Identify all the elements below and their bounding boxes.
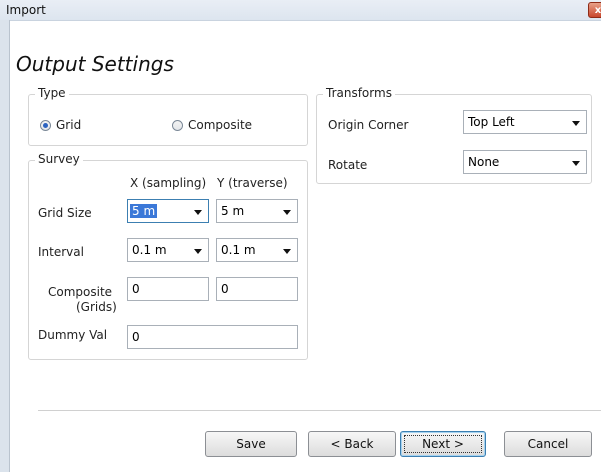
chevron-down-icon (572, 161, 580, 166)
chevron-down-icon (194, 249, 202, 254)
title-bar (0, 0, 601, 21)
rotate-select[interactable]: None (463, 150, 587, 174)
grid-size-y-select[interactable]: 5 m (216, 199, 298, 223)
footer-divider (38, 410, 601, 411)
chevron-down-icon (194, 210, 202, 215)
composite-x-input[interactable]: 0 (127, 277, 209, 301)
window-left-border (0, 20, 10, 472)
composite-y-input[interactable]: 0 (216, 277, 298, 301)
dummy-val-value: 0 (132, 330, 140, 344)
cancel-button-label: Cancel (527, 437, 569, 451)
composite-radio[interactable] (172, 120, 183, 131)
rotate-value: None (468, 155, 500, 169)
grid-size-label: Grid Size (38, 206, 92, 220)
composite-label: Composite (48, 285, 113, 299)
grid-size-y-value: 5 m (221, 204, 245, 218)
window-title: Import (6, 3, 46, 17)
composite-radio-label[interactable]: Composite (188, 118, 252, 132)
back-button[interactable]: < Back (308, 431, 396, 457)
rotate-label: Rotate (328, 158, 368, 172)
interval-y-select[interactable]: 0.1 m (216, 238, 298, 262)
composite-label-sub: (Grids) (76, 300, 117, 314)
interval-x-value: 0.1 m (132, 243, 167, 257)
close-icon: x (594, 5, 601, 16)
radio-selected-dot (43, 123, 48, 128)
close-button[interactable]: x (588, 2, 601, 18)
survey-group-legend: Survey (35, 152, 83, 166)
grid-size-x-select[interactable]: 5 m (127, 199, 209, 223)
type-group-legend: Type (35, 86, 69, 100)
save-button[interactable]: Save (205, 431, 297, 457)
next-button[interactable]: Next > (400, 431, 486, 457)
dummy-val-input[interactable]: 0 (127, 325, 298, 349)
chevron-down-icon (283, 249, 291, 254)
origin-corner-value: Top Left (468, 115, 515, 129)
chevron-down-icon (283, 210, 291, 215)
origin-corner-select[interactable]: Top Left (463, 110, 587, 134)
grid-radio-label[interactable]: Grid (56, 118, 81, 132)
composite-x-value: 0 (132, 282, 140, 296)
grid-size-x-value: 5 m (130, 204, 158, 218)
origin-corner-label: Origin Corner (328, 118, 409, 132)
interval-label: Interval (38, 245, 84, 259)
column-header-y: Y (traverse) (217, 176, 288, 190)
composite-y-value: 0 (221, 282, 229, 296)
dummy-val-label: Dummy Val (38, 328, 108, 342)
save-button-label: Save (236, 437, 266, 451)
column-header-x: X (sampling) (130, 176, 207, 190)
interval-y-value: 0.1 m (221, 243, 256, 257)
grid-radio[interactable] (40, 120, 51, 131)
transforms-group-legend: Transforms (323, 86, 395, 100)
chevron-down-icon (572, 121, 580, 126)
page-title: Output Settings (16, 52, 174, 76)
cancel-button[interactable]: Cancel (504, 431, 592, 457)
back-button-label: < Back (330, 437, 374, 451)
focus-ring (404, 435, 482, 453)
interval-x-select[interactable]: 0.1 m (127, 238, 209, 262)
